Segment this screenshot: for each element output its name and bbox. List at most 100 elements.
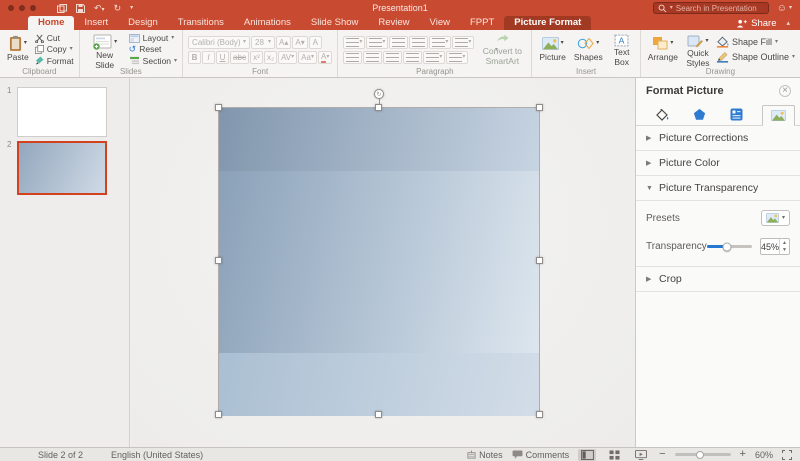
transparency-slider[interactable]: [707, 245, 752, 248]
align-left-button[interactable]: [343, 51, 362, 64]
columns-button[interactable]: ▾: [452, 36, 474, 49]
collapse-ribbon-icon[interactable]: ▴: [786, 19, 790, 27]
feedback-smiley-icon[interactable]: ☺▾: [777, 3, 792, 14]
convert-to-smartart-button[interactable]: ▾ Convert to SmartArt: [478, 33, 526, 66]
font-name-select[interactable]: Calibri (Body)▾: [188, 36, 250, 49]
undo-button[interactable]: ↶▾: [94, 4, 105, 13]
section-picture-color[interactable]: ▶ Picture Color: [636, 151, 800, 176]
insert-picture-button[interactable]: ▾ Picture: [537, 33, 567, 66]
notes-button[interactable]: Notes: [467, 450, 503, 460]
clear-formatting-button[interactable]: A: [309, 36, 322, 49]
minimize-window-button[interactable]: [19, 5, 25, 11]
search-scope-chevron-icon[interactable]: ▾: [670, 5, 673, 11]
resize-handle-top-left[interactable]: [215, 104, 222, 111]
justify-button[interactable]: [403, 51, 422, 64]
insert-textbox-button[interactable]: A Text Box: [609, 33, 635, 66]
maximize-window-button[interactable]: [30, 5, 36, 11]
quick-styles-button[interactable]: ▾ Quick Styles: [684, 33, 712, 66]
align-center-button[interactable]: [363, 51, 382, 64]
new-presentation-icon[interactable]: [57, 4, 67, 13]
arrange-button[interactable]: ▾ Arrange: [646, 33, 680, 66]
fill-line-tab[interactable]: [650, 105, 674, 125]
comments-button[interactable]: Comments: [512, 450, 570, 460]
selected-picture[interactable]: ↻: [218, 107, 540, 415]
section-picture-transparency[interactable]: ▼ Picture Transparency: [636, 176, 800, 201]
reset-button[interactable]: ↺ Reset: [129, 44, 177, 54]
resize-handle-bottom-center[interactable]: [375, 411, 382, 418]
resize-handle-middle-right[interactable]: [536, 257, 543, 264]
transparency-presets-button[interactable]: ▾: [761, 210, 790, 226]
tab-picture-format[interactable]: Picture Format: [504, 16, 591, 30]
strikethrough-button[interactable]: abc: [230, 51, 249, 64]
zoom-level[interactable]: 60%: [755, 450, 773, 460]
format-painter-button[interactable]: Format: [35, 56, 74, 66]
picture-tab[interactable]: [762, 105, 795, 126]
transparency-value-box[interactable]: 45% ▲▼: [760, 238, 790, 255]
effects-tab[interactable]: [688, 104, 711, 125]
slide-sorter-view-button[interactable]: [605, 449, 623, 461]
search-input[interactable]: [676, 4, 764, 13]
slide-2-thumbnail[interactable]: [17, 141, 107, 195]
size-properties-tab[interactable]: [725, 104, 748, 125]
language-indicator[interactable]: English (United States): [111, 450, 203, 460]
layout-button[interactable]: Layout ▾: [129, 33, 177, 43]
tab-home[interactable]: Home: [28, 16, 74, 30]
new-slide-button[interactable]: ▾ New Slide: [85, 33, 125, 66]
resize-handle-bottom-right[interactable]: [536, 411, 543, 418]
subscript-button[interactable]: x₂: [264, 51, 277, 64]
slide-1-thumbnail[interactable]: [17, 87, 107, 137]
zoom-slider[interactable]: [675, 453, 731, 456]
grow-font-button[interactable]: A▴: [276, 36, 291, 49]
paste-button[interactable]: ▾ Paste: [5, 33, 31, 66]
transparency-slider-knob[interactable]: [723, 242, 732, 251]
change-case-button[interactable]: Aa▾: [298, 51, 317, 64]
align-text-button[interactable]: ▾: [446, 51, 468, 64]
tab-slide-show[interactable]: Slide Show: [301, 16, 369, 30]
copy-button[interactable]: Copy ▾: [35, 44, 74, 54]
slide-canvas[interactable]: ↻: [131, 78, 635, 447]
section-picture-corrections[interactable]: ▶ Picture Corrections: [636, 126, 800, 151]
tab-design[interactable]: Design: [118, 16, 168, 30]
decrease-indent-button[interactable]: [389, 36, 408, 49]
shrink-font-button[interactable]: A▾: [292, 36, 307, 49]
zoom-out-button[interactable]: −: [659, 449, 665, 460]
superscript-button[interactable]: x²: [250, 51, 263, 64]
numbering-button[interactable]: ▾: [366, 36, 388, 49]
close-window-button[interactable]: [8, 5, 14, 11]
font-size-select[interactable]: 28▾: [251, 36, 275, 49]
resize-handle-middle-left[interactable]: [215, 257, 222, 264]
bullets-button[interactable]: ▾: [343, 36, 365, 49]
rotate-handle[interactable]: ↻: [374, 89, 384, 99]
line-spacing-button[interactable]: ▾: [429, 36, 451, 49]
resize-handle-top-right[interactable]: [536, 104, 543, 111]
align-right-button[interactable]: [383, 51, 402, 64]
resize-handle-top-center[interactable]: [375, 104, 382, 111]
tab-view[interactable]: View: [420, 16, 460, 30]
cut-button[interactable]: Cut: [35, 33, 74, 43]
resize-handle-bottom-left[interactable]: [215, 411, 222, 418]
section-crop[interactable]: ▶ Crop: [636, 267, 800, 292]
save-icon[interactable]: [76, 4, 85, 13]
underline-button[interactable]: U: [216, 51, 229, 64]
font-color-button[interactable]: A▾: [318, 51, 332, 64]
tab-animations[interactable]: Animations: [234, 16, 301, 30]
tab-transitions[interactable]: Transitions: [168, 16, 234, 30]
section-button[interactable]: Section ▾: [129, 56, 177, 66]
normal-view-button[interactable]: [578, 449, 596, 461]
close-panel-button[interactable]: ×: [779, 85, 791, 97]
shape-fill-button[interactable]: Shape Fill ▾: [716, 37, 795, 48]
zoom-slider-knob[interactable]: [696, 451, 704, 459]
bold-button[interactable]: B: [188, 51, 201, 64]
character-spacing-button[interactable]: AV▾: [278, 51, 297, 64]
transparency-stepper[interactable]: ▲▼: [779, 239, 789, 254]
shape-outline-button[interactable]: Shape Outline ▾: [716, 52, 795, 63]
share-button[interactable]: Share: [736, 18, 776, 29]
increase-indent-button[interactable]: [409, 36, 428, 49]
fit-to-window-button[interactable]: [782, 450, 792, 460]
tab-insert[interactable]: Insert: [74, 16, 118, 30]
slide-show-view-button[interactable]: [632, 449, 650, 461]
redo-button[interactable]: ↻: [114, 4, 122, 13]
text-direction-button[interactable]: ▾: [423, 51, 445, 64]
tab-fppt[interactable]: FPPT: [460, 16, 504, 30]
italic-button[interactable]: I: [202, 51, 215, 64]
